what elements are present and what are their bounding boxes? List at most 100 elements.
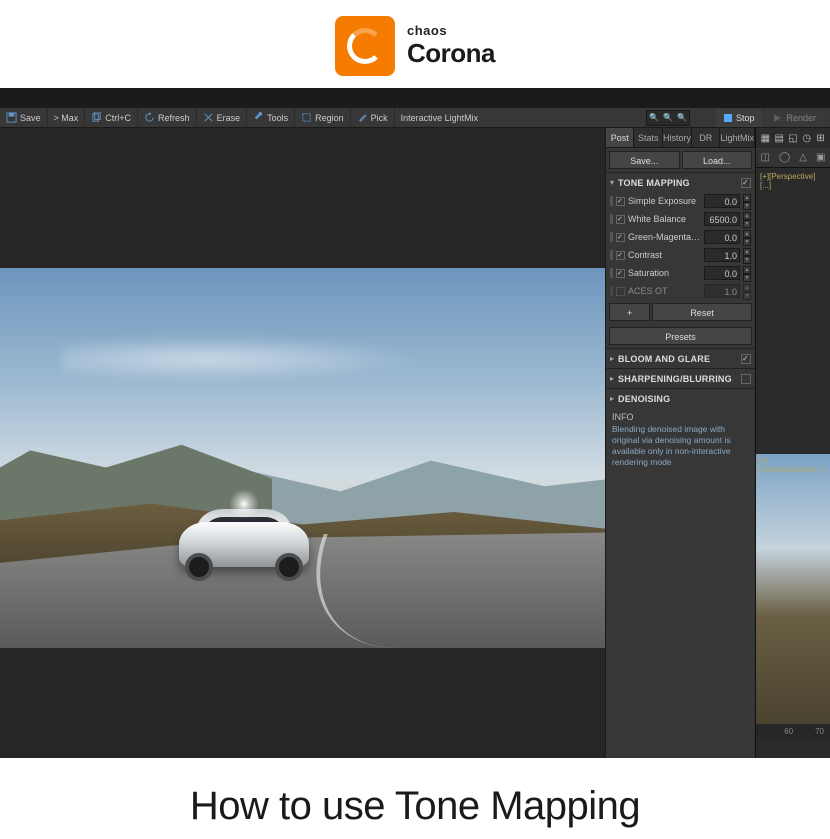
drag-handle-icon[interactable]	[610, 232, 613, 242]
corona-logo-icon	[335, 16, 395, 76]
material-icon[interactable]: ▣	[816, 152, 825, 163]
panel-icon[interactable]: ▦	[760, 131, 771, 145]
to-max-button[interactable]: > Max	[48, 108, 86, 128]
panel-tabs: Post Stats History DR LightMix	[606, 128, 755, 148]
prop-aces-ot: ACES OT 1.0 ▲▼	[606, 282, 755, 300]
erase-icon	[203, 112, 214, 123]
spinner[interactable]: ▲▼	[743, 248, 751, 262]
triangle-icon[interactable]: △	[799, 152, 807, 163]
tab-dr[interactable]: DR	[692, 128, 720, 147]
tab-post[interactable]: Post	[606, 128, 634, 147]
interactive-lightmix-label: Interactive LightMix	[401, 113, 479, 123]
stop-button[interactable]: Stop	[716, 109, 763, 127]
prop-label: ACES OT	[628, 286, 701, 296]
caret-right-icon: ▸	[610, 354, 618, 363]
tab-history[interactable]: History	[663, 128, 692, 147]
pick-button[interactable]: Pick	[351, 108, 395, 128]
sharpening-toggle[interactable]	[741, 374, 751, 384]
zoom-in-button[interactable]: 🔍	[675, 111, 689, 125]
interactive-lightmix-button[interactable]: Interactive LightMix	[395, 108, 485, 128]
properties-panel: Post Stats History DR LightMix Save... L…	[605, 128, 755, 758]
prop-checkbox[interactable]	[616, 215, 625, 224]
save-icon	[6, 112, 17, 123]
panel-save-button[interactable]: Save...	[609, 151, 680, 169]
caret-down-icon: ▾	[610, 178, 618, 187]
refresh-icon	[144, 112, 155, 123]
prop-label: White Balance	[628, 214, 701, 224]
tools-label: Tools	[267, 113, 288, 123]
ruler-tick: 60	[784, 727, 793, 736]
cube-icon[interactable]: ◫	[761, 152, 770, 163]
save-label: Save	[20, 113, 41, 123]
prop-value-input[interactable]: 0.0	[704, 194, 740, 208]
timeline-ruler[interactable]: 60 70	[756, 724, 830, 738]
drag-handle-icon[interactable]	[610, 214, 613, 224]
copy-button[interactable]: Ctrl+C	[85, 108, 138, 128]
render-image	[0, 268, 605, 648]
bloom-toggle[interactable]	[741, 354, 751, 364]
zoom-out-button[interactable]: 🔍	[647, 111, 661, 125]
drag-handle-icon[interactable]	[610, 250, 613, 260]
refresh-label: Refresh	[158, 113, 190, 123]
section-tone-mapping[interactable]: ▾ TONE MAPPING	[606, 172, 755, 192]
prop-checkbox[interactable]	[616, 197, 625, 206]
drag-handle-icon[interactable]	[610, 196, 613, 206]
prop-label: Green-Magenta Ti...	[628, 232, 701, 242]
render-label: Render	[786, 113, 816, 123]
section-bloom-glare[interactable]: ▸ BLOOM AND GLARE	[606, 348, 755, 368]
prop-label: Saturation	[628, 268, 701, 278]
eyedropper-icon	[357, 112, 368, 123]
prop-value-input[interactable]: 1.0	[704, 248, 740, 262]
save-button[interactable]: Save	[0, 108, 48, 128]
grid-icon[interactable]: ▤	[774, 131, 785, 145]
curve-icon[interactable]: ◷	[801, 131, 812, 145]
graph-icon[interactable]: ⊞	[815, 131, 826, 145]
add-operator-button[interactable]: +	[609, 303, 650, 321]
spinner[interactable]: ▲▼	[743, 212, 751, 226]
spinner[interactable]: ▲▼	[743, 230, 751, 244]
erase-button[interactable]: Erase	[197, 108, 248, 128]
stop-icon	[724, 114, 732, 122]
prop-value-input[interactable]: 0.0	[704, 266, 740, 280]
prop-white-balance: White Balance 6500.0 ▲▼	[606, 210, 755, 228]
spinner[interactable]: ▲▼	[743, 266, 751, 280]
spinner[interactable]: ▲▼	[743, 284, 751, 298]
perspective-label: [+][Perspective][...]	[756, 168, 830, 194]
drag-handle-icon[interactable]	[610, 286, 613, 296]
refresh-button[interactable]: Refresh	[138, 108, 197, 128]
render-button[interactable]: Render	[766, 109, 824, 127]
region-button[interactable]: Region	[295, 108, 351, 128]
section-label: TONE MAPPING	[618, 178, 741, 188]
caret-right-icon: ▸	[610, 374, 618, 383]
prop-checkbox[interactable]	[616, 251, 625, 260]
sphere-icon[interactable]: ◯	[779, 152, 790, 163]
spinner[interactable]: ▲▼	[743, 194, 751, 208]
prop-value-input[interactable]: 1.0	[704, 284, 740, 298]
zoom-button[interactable]: 🔍	[661, 111, 675, 125]
prop-checkbox[interactable]	[616, 233, 625, 242]
section-denoising[interactable]: ▸ DENOISING	[606, 388, 755, 408]
presets-button[interactable]: Presets	[609, 327, 752, 345]
tone-mapping-toggle[interactable]	[741, 178, 751, 188]
prop-checkbox[interactable]	[616, 269, 625, 278]
copy-icon	[91, 112, 102, 123]
section-label: BLOOM AND GLARE	[618, 354, 741, 364]
tools-button[interactable]: Tools	[247, 108, 295, 128]
prop-value-input[interactable]: 6500.0	[704, 212, 740, 226]
logo-text: chaos Corona	[407, 23, 495, 69]
prop-value-input[interactable]: 0.0	[704, 230, 740, 244]
play-icon	[774, 114, 782, 122]
caret-right-icon: ▸	[610, 394, 618, 403]
erase-label: Erase	[217, 113, 241, 123]
prop-checkbox[interactable]	[616, 287, 625, 296]
tab-lightmix[interactable]: LightMix	[720, 128, 755, 147]
stop-label: Stop	[736, 113, 755, 123]
layers-icon[interactable]: ◱	[788, 131, 799, 145]
drag-handle-icon[interactable]	[610, 268, 613, 278]
logo-brand-main: Corona	[407, 38, 495, 69]
panel-load-button[interactable]: Load...	[682, 151, 753, 169]
camera-thumbnail[interactable]: [+][CoronaCamera...]	[756, 454, 830, 724]
reset-button[interactable]: Reset	[652, 303, 752, 321]
section-sharpening[interactable]: ▸ SHARPENING/BLURRING	[606, 368, 755, 388]
tab-stats[interactable]: Stats	[634, 128, 662, 147]
